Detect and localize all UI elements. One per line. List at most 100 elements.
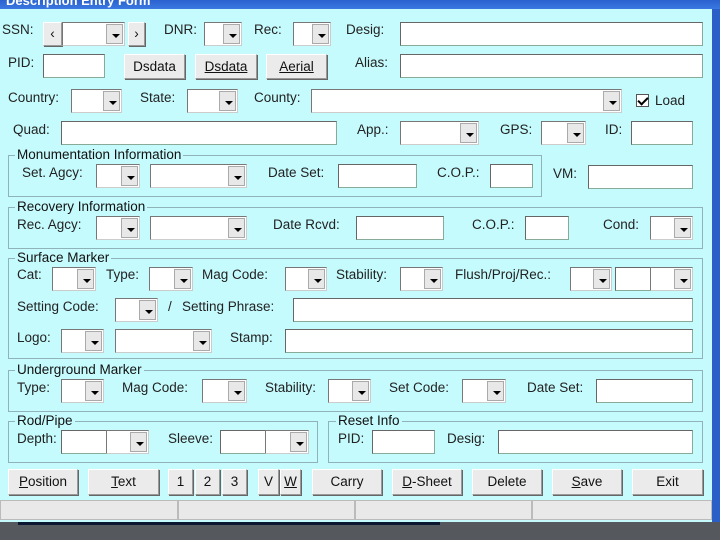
dnr-combo[interactable] (204, 22, 242, 46)
sleeve-label: Sleeve: (168, 431, 214, 446)
cop-input[interactable] (490, 164, 533, 188)
ug-stability-combo[interactable] (328, 379, 371, 403)
chevron-down-icon (121, 166, 138, 186)
depth-input[interactable] (61, 430, 107, 454)
cond-combo[interactable] (650, 216, 693, 240)
alias-input[interactable] (400, 54, 703, 78)
delete-button[interactable]: Delete (472, 469, 542, 495)
id-input[interactable] (631, 121, 693, 145)
country-combo[interactable] (71, 89, 122, 113)
chevron-down-icon (223, 24, 240, 44)
gps-combo[interactable] (541, 121, 586, 145)
carry-button[interactable]: Carry (312, 469, 382, 495)
rec-agcy-name-combo[interactable] (150, 216, 247, 240)
ssn-combo[interactable] (62, 22, 125, 46)
aerial-button[interactable]: Aerial (266, 54, 327, 79)
set-agcy-combo[interactable] (96, 164, 140, 188)
reset-desig-input[interactable] (498, 430, 693, 454)
country-label: Country: (8, 90, 60, 105)
dsdata-button[interactable]: Dsdata (124, 54, 185, 79)
chevron-down-icon (487, 381, 504, 401)
chevron-down-icon (106, 24, 123, 44)
load-checkbox[interactable] (636, 94, 649, 107)
ssn-next-button[interactable]: › (128, 22, 145, 46)
logo-label: Logo: (17, 330, 51, 345)
rec-combo-2[interactable] (650, 267, 693, 291)
status-panel-2 (178, 500, 355, 520)
exit-button[interactable]: Exit (632, 469, 703, 495)
alias-label: Alias: (355, 55, 389, 70)
quad-input[interactable] (61, 121, 337, 145)
ug-type-combo[interactable] (61, 379, 104, 403)
page-3-button[interactable]: 3 (222, 469, 247, 495)
text-button[interactable]: Text (88, 469, 159, 495)
depth-unit-combo[interactable] (106, 430, 149, 454)
chevron-down-icon (103, 91, 120, 111)
underground-marker-title: Underground Marker (15, 362, 144, 377)
stamp-input[interactable] (285, 329, 693, 353)
surface-marker-title: Surface Marker (15, 250, 112, 265)
vm-label: VM: (553, 166, 578, 181)
reset-pid-label: PID: (338, 431, 365, 446)
set-agcy-name-combo[interactable] (150, 164, 247, 188)
page-2-button[interactable]: 2 (195, 469, 220, 495)
set-agcy-label: Set. Agcy: (22, 165, 83, 180)
position-button[interactable]: Position (8, 469, 78, 495)
set-code-combo[interactable] (462, 379, 506, 403)
stability-combo[interactable] (400, 267, 443, 291)
chevron-down-icon (174, 269, 191, 289)
chevron-down-icon (85, 381, 102, 401)
ssn-prev-button[interactable]: ‹ (43, 22, 62, 46)
slash-separator: / (168, 299, 172, 314)
date-set-input[interactable] (338, 164, 417, 188)
d-sheet-button[interactable]: D-Sheet (392, 469, 462, 495)
sleeve-input[interactable] (220, 430, 266, 454)
logo-combo[interactable] (61, 329, 104, 353)
save-button[interactable]: Save (552, 469, 622, 495)
depth-label: Depth: (17, 431, 57, 446)
setting-code-combo[interactable] (115, 298, 158, 322)
setting-code-label: Setting Code: (17, 299, 99, 314)
state-label: State: (140, 90, 176, 105)
mag-code-combo[interactable] (285, 267, 327, 291)
pid-input[interactable] (43, 54, 105, 78)
sleeve-unit-combo[interactable] (265, 430, 309, 454)
dsdata-link-button[interactable]: Dsdata (195, 54, 257, 79)
desig-input[interactable] (400, 22, 703, 46)
vm-input[interactable] (588, 165, 693, 189)
rec-combo[interactable] (293, 22, 331, 46)
dnr-label: DNR: (164, 22, 197, 37)
page-1-button[interactable]: 1 (168, 469, 193, 495)
ug-mag-code-combo[interactable] (202, 379, 247, 403)
state-combo[interactable] (187, 89, 238, 113)
ug-mag-code-label: Mag Code: (122, 380, 189, 395)
rec-cop-label: C.O.P.: (472, 217, 515, 232)
chevron-down-icon (139, 300, 156, 320)
window-title: Description Entry Form (6, 0, 151, 8)
stability-label: Stability: (336, 267, 388, 282)
rec-cop-input[interactable] (525, 216, 569, 240)
flush-combo[interactable] (570, 267, 612, 291)
app-combo[interactable] (400, 121, 479, 145)
cat-combo[interactable] (52, 267, 96, 291)
chevron-down-icon (424, 269, 441, 289)
setting-phrase-input[interactable] (293, 298, 693, 322)
type-combo[interactable] (149, 267, 193, 291)
proj-input[interactable] (615, 267, 651, 291)
title-bar: Description Entry Form (0, 0, 720, 9)
status-panel-3 (355, 500, 532, 520)
rec-agcy-combo[interactable] (96, 216, 140, 240)
desktop-taskbar-line (18, 522, 440, 525)
ug-date-set-input[interactable] (596, 379, 693, 403)
ssn-label: SSN: (2, 22, 34, 37)
reset-pid-input[interactable] (372, 430, 435, 454)
pid-label: PID: (8, 55, 35, 70)
logo-name-combo[interactable] (115, 329, 212, 353)
chevron-down-icon (674, 269, 691, 289)
v-button[interactable]: V (258, 469, 279, 495)
chevron-down-icon (77, 269, 94, 289)
w-button[interactable]: W (280, 469, 301, 495)
chevron-down-icon (460, 123, 477, 143)
date-rcvd-input[interactable] (356, 216, 444, 240)
county-combo[interactable] (311, 89, 622, 113)
